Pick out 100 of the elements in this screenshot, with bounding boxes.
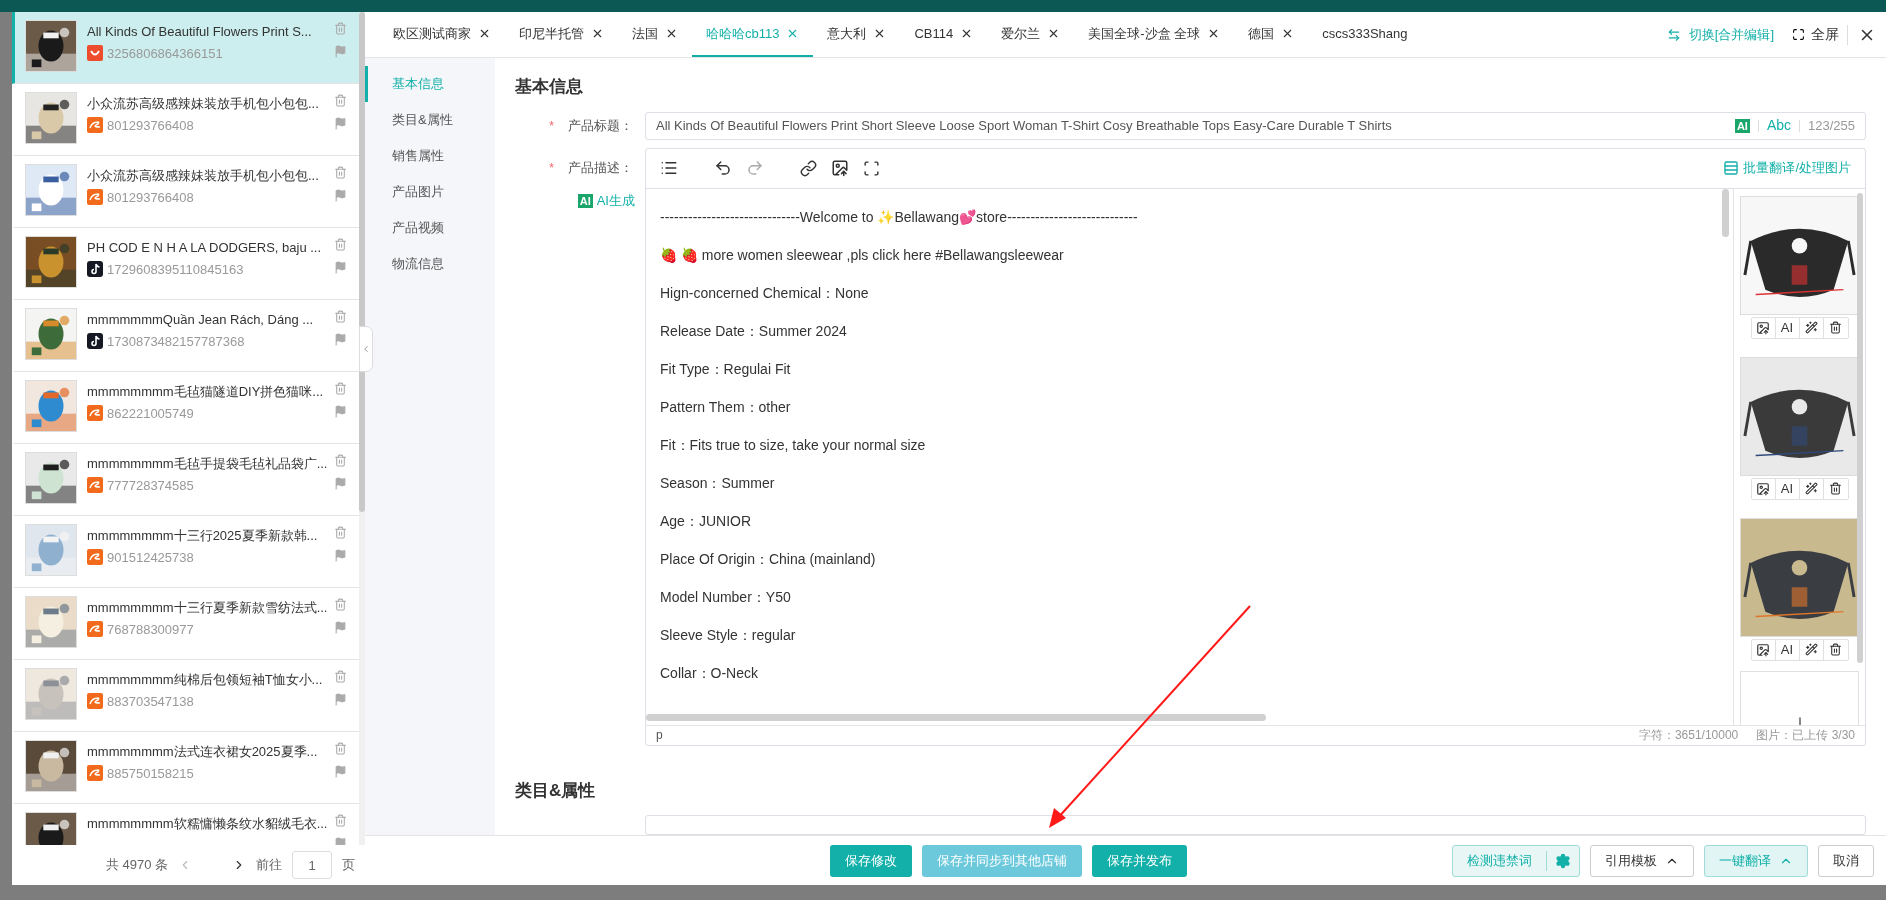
store-tab[interactable]: CB114: [900, 12, 988, 57]
swirl-logo-icon: [87, 405, 103, 422]
template-dropdown[interactable]: 引用模板: [1590, 844, 1694, 877]
swirl-logo-icon: [87, 621, 103, 638]
vertical-scrollbar[interactable]: [1722, 188, 1729, 237]
image-upload-icon[interactable]: [831, 159, 849, 177]
cancel-button[interactable]: 取消: [1818, 844, 1874, 877]
section-heading: 基本信息: [515, 76, 584, 98]
flag-icon[interactable]: [334, 693, 347, 706]
rich-text-editor[interactable]: [645, 147, 1866, 746]
swirl-logo-icon: [87, 117, 103, 134]
arrows-icon[interactable]: [1666, 27, 1681, 42]
section-heading: 类目&属性: [515, 779, 597, 802]
rows-icon[interactable]: [1723, 160, 1740, 176]
section-nav-item[interactable]: 产品视频: [365, 210, 495, 246]
description-line: Season：Summer: [660, 473, 776, 493]
section-nav-item[interactable]: 类目&属性: [365, 102, 495, 138]
shopping-bag-icon: [87, 45, 103, 62]
flag-icon[interactable]: [334, 333, 347, 346]
flag-icon[interactable]: [334, 477, 347, 490]
goto-label: 前往: [256, 856, 282, 875]
section-nav-item[interactable]: 物流信息: [365, 246, 495, 282]
product-title: mmmmmmmm纯棉后包领短袖T恤女小...: [87, 671, 324, 689]
product-id: 883703547138: [107, 692, 194, 711]
vertical-scrollbar[interactable]: [1857, 192, 1863, 663]
description-line: 🍓 🍓 more women sleewear ,pls click here #Bellawangsleewear: [660, 245, 1065, 265]
music-note-icon: [87, 261, 103, 278]
product-title: 小众流苏高级感辣妹装放手机包小包包...: [87, 95, 320, 113]
section-nav-item[interactable]: 产品图片: [365, 174, 495, 210]
description-line: Release Date：Summer 2024: [660, 321, 848, 341]
product-id: 801293766408: [107, 116, 194, 135]
product-title: mmmmmmmQuần Jean Rách, Dáng ...: [87, 311, 315, 329]
swirl-logo-icon: [87, 549, 103, 566]
description-line: Pattern Them：other: [660, 397, 792, 417]
field-label: 产品标题：: [568, 116, 633, 135]
page-input[interactable]: 1: [292, 851, 332, 879]
store-tab[interactable]: 爱尔兰: [987, 12, 1075, 57]
product-title: mmmmmmmm十三行2025夏季新款韩...: [87, 527, 319, 545]
store-tab[interactable]: 印尼半托管: [505, 12, 618, 57]
product-id: 777728374585: [107, 476, 194, 495]
category-field[interactable]: [645, 815, 1866, 835]
scrollbar[interactable]: [359, 12, 365, 845]
description-line: Place Of Origin：China (mainland): [660, 549, 877, 569]
ai-button[interactable]: AI: [1775, 639, 1800, 660]
fullscreen-link[interactable]: 全屏: [1811, 24, 1839, 45]
redo-icon[interactable]: [746, 159, 764, 177]
swirl-logo-icon: [87, 189, 103, 206]
collapse-handle[interactable]: [359, 326, 373, 372]
link-icon[interactable]: [800, 159, 817, 177]
store-tab[interactable]: 美国全球-沙盒 全球: [1074, 12, 1235, 57]
flag-icon[interactable]: [334, 261, 347, 274]
product-title: mmmmmmmm毛毡猫隧道DIY拼色猫咪...: [87, 383, 324, 401]
element-path: p: [656, 727, 664, 744]
close-tab-icon[interactable]: [665, 27, 678, 40]
close-tab-icon[interactable]: [478, 27, 491, 40]
product-list-item[interactable]: All Kinds Of Beautiful Flowers Print S... 3256806864366151: [12, 12, 359, 84]
store-tab[interactable]: 意大利: [813, 12, 901, 57]
horizontal-scrollbar[interactable]: [646, 713, 1266, 721]
product-id: 1730873482157787368: [107, 332, 245, 351]
title-value: All Kinds Of Beautiful Flowers Print Short Sleeve Loose Sport Woman T-Shirt Cosy Breathable Tops Easy-Care Durable T Shirts: [656, 116, 1393, 135]
settings-icon[interactable]: [1555, 852, 1571, 869]
char-count: 123/255: [1808, 116, 1855, 135]
flag-icon[interactable]: [334, 621, 347, 634]
flag-icon[interactable]: [334, 405, 347, 418]
product-id: 768788300977: [107, 620, 194, 639]
list-icon[interactable]: [660, 159, 678, 177]
undo-icon[interactable]: [714, 159, 732, 177]
fullscreen-icon[interactable]: [1792, 28, 1805, 41]
section-nav-item[interactable]: 销售属性: [365, 138, 495, 174]
flag-icon[interactable]: [334, 45, 347, 58]
product-id: 885750158215: [107, 764, 194, 783]
store-tab[interactable]: cscs333Shang: [1308, 12, 1422, 57]
required-mark: *: [548, 116, 554, 135]
product-title: PH COD E N H A LA DODGERS, baju ...: [87, 239, 323, 257]
close-tab-icon[interactable]: [591, 27, 604, 40]
ai-button[interactable]: AI: [1775, 478, 1800, 499]
product-id: 801293766408: [107, 188, 194, 207]
product-id: 862221005749: [107, 404, 194, 423]
required-mark: *: [548, 158, 554, 177]
product-id: 1729608395110845163: [107, 260, 244, 279]
swirl-logo-icon: [87, 477, 103, 494]
product-title: All Kinds Of Beautiful Flowers Print S...: [87, 23, 313, 41]
page-unit: 页: [342, 856, 355, 875]
flag-icon[interactable]: [334, 765, 347, 778]
description-line: Hign-concerned Chemical：None: [660, 283, 870, 303]
char-count: 字符：3651/10000: [1638, 727, 1739, 744]
flag-icon[interactable]: [334, 549, 347, 562]
flag-icon[interactable]: [334, 189, 347, 202]
store-tab[interactable]: 德国: [1234, 12, 1309, 57]
expand-icon[interactable]: [863, 159, 880, 177]
flag-icon[interactable]: [334, 117, 347, 130]
store-tab[interactable]: 欧区测试商家: [379, 12, 505, 57]
store-tab[interactable]: 法国: [618, 12, 692, 57]
description-line: Sleeve Style：regular: [660, 625, 797, 645]
description-line: ------------------------------Welcome to ✨Bellawang💕store----------------------------: [660, 207, 1139, 227]
product-id: 901512425738: [107, 548, 194, 567]
music-note-icon: [87, 333, 103, 350]
product-title: 小众流苏高级感辣妹装放手机包小包包...: [87, 167, 320, 185]
product-id: 3256806864366151: [107, 44, 223, 63]
ai-button[interactable]: AI: [1775, 317, 1800, 338]
